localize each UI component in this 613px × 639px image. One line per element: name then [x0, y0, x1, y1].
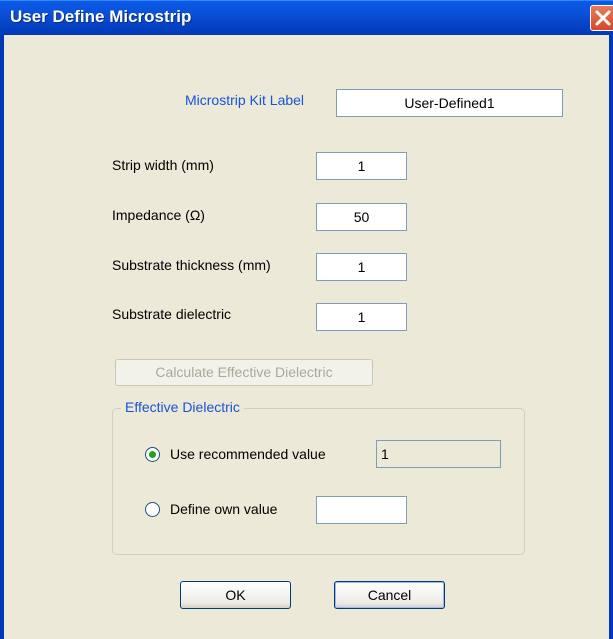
- strip-width-input[interactable]: 1: [316, 152, 407, 180]
- effective-dielectric-group: [112, 408, 525, 555]
- impedance-input[interactable]: 50: [316, 203, 407, 231]
- title-bar[interactable]: User Define Microstrip: [0, 0, 613, 36]
- substrate-dielectric-input[interactable]: 1: [316, 303, 407, 331]
- define-own-radio[interactable]: [145, 502, 160, 517]
- calculate-effective-dielectric-button[interactable]: Calculate Effective Dielectric: [115, 359, 373, 386]
- effective-dielectric-legend: Effective Dielectric: [121, 399, 244, 415]
- impedance-label: Impedance (Ω): [112, 207, 205, 223]
- dialog-window: User Define Microstrip Microstrip Kit La…: [0, 0, 613, 639]
- kit-label-input[interactable]: User-Defined1: [336, 89, 563, 117]
- kit-label-label: Microstrip Kit Label: [185, 92, 305, 108]
- window-frame-right: [609, 35, 613, 639]
- substrate-thickness-input[interactable]: 1: [316, 253, 407, 281]
- radio-selected-dot: [149, 451, 156, 458]
- substrate-thickness-label: Substrate thickness (mm): [112, 257, 271, 273]
- own-value-input[interactable]: [316, 496, 407, 524]
- use-recommended-label[interactable]: Use recommended value: [170, 446, 326, 462]
- dialog-body: Microstrip Kit Label User-Defined1 Strip…: [4, 35, 609, 639]
- close-button[interactable]: [590, 5, 613, 31]
- use-recommended-radio[interactable]: [145, 447, 160, 462]
- define-own-label[interactable]: Define own value: [170, 501, 277, 517]
- substrate-dielectric-label: Substrate dielectric: [112, 306, 232, 322]
- cancel-button[interactable]: Cancel: [334, 581, 445, 609]
- window-title: User Define Microstrip: [10, 7, 192, 26]
- strip-width-label: Strip width (mm): [112, 157, 214, 173]
- recommended-value-field: 1: [376, 440, 501, 468]
- ok-button[interactable]: OK: [180, 581, 291, 609]
